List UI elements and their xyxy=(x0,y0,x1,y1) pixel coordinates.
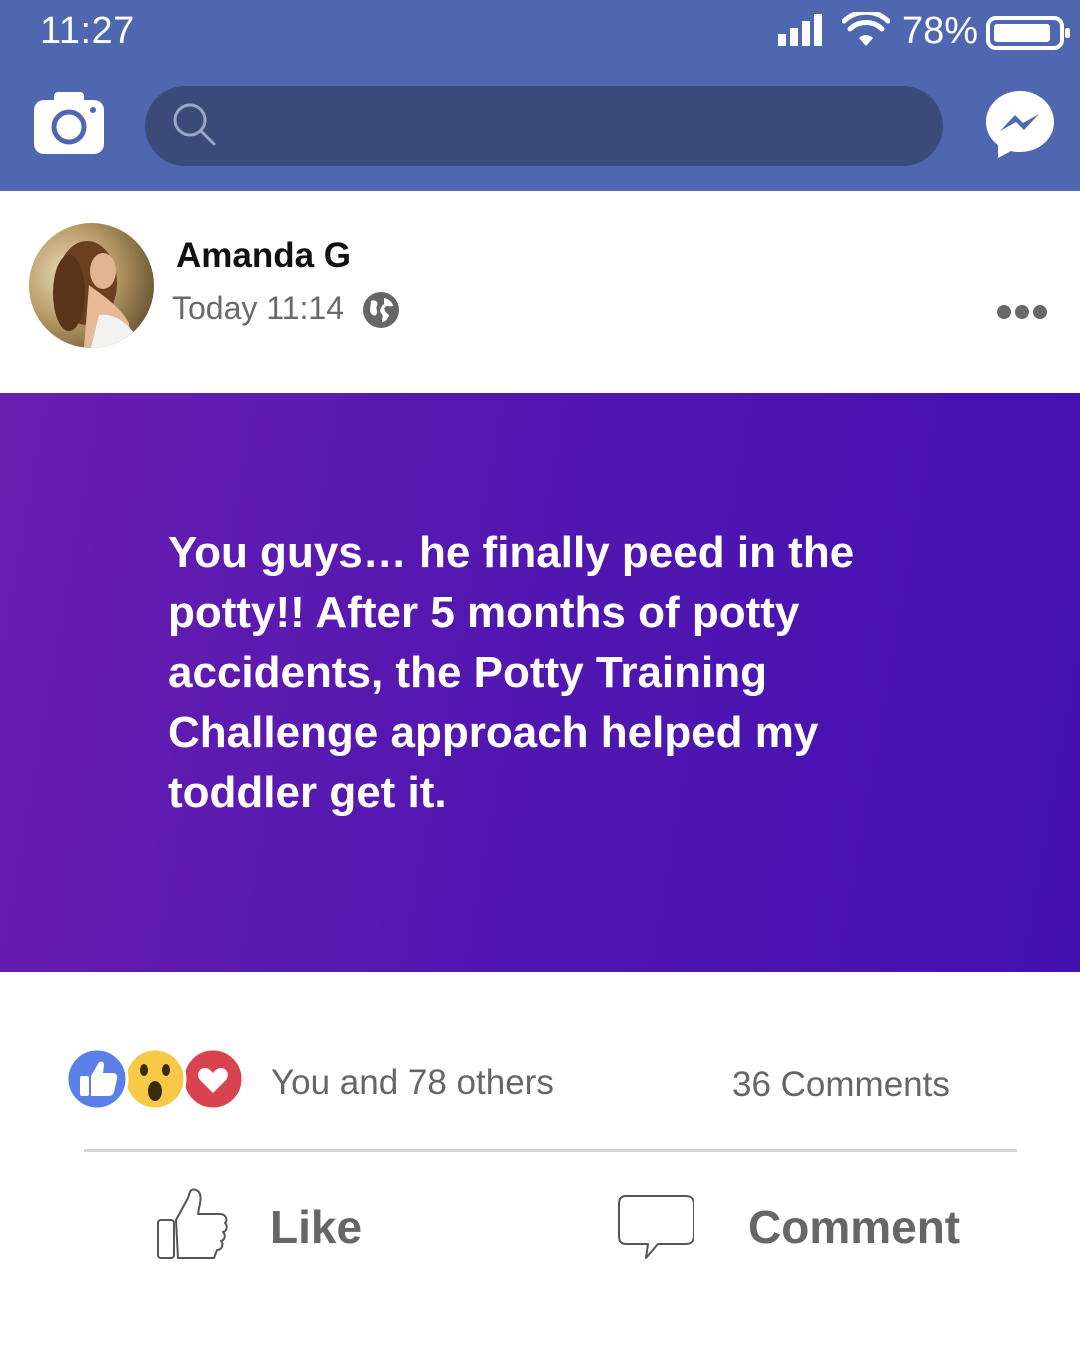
reaction-icons[interactable] xyxy=(66,1048,246,1110)
like-label: Like xyxy=(270,1201,363,1253)
reactions-summary[interactable]: You and 78 others xyxy=(271,1063,554,1103)
avatar[interactable] xyxy=(29,223,154,348)
thumbs-up-icon xyxy=(157,1188,228,1259)
globe-icon xyxy=(363,292,399,328)
like-icon xyxy=(66,1048,129,1110)
author-name[interactable]: Amanda G xyxy=(176,236,351,276)
like-button[interactable]: Like xyxy=(150,1180,390,1270)
messenger-icon[interactable] xyxy=(983,88,1057,160)
more-options-icon[interactable] xyxy=(996,300,1048,324)
comments-count[interactable]: 36 Comments xyxy=(732,1065,950,1105)
comment-label: Comment xyxy=(748,1201,961,1253)
comment-bubble-icon xyxy=(618,1195,694,1259)
divider xyxy=(84,1149,1017,1152)
battery-icon xyxy=(986,16,1070,50)
battery-percent: 78% xyxy=(902,10,979,52)
search-icon xyxy=(173,103,216,146)
signal-strength-icon xyxy=(778,14,822,46)
post-timestamp: Today 11:14 xyxy=(172,290,344,326)
search-input[interactable] xyxy=(145,86,943,166)
top-navigation-bar: 11:27 78% xyxy=(0,0,1080,191)
love-icon xyxy=(181,1048,245,1110)
camera-icon[interactable] xyxy=(32,90,106,156)
status-time: 11:27 xyxy=(40,10,135,52)
post-text: You guys… he finally peed in the potty!!… xyxy=(168,528,855,817)
comment-button[interactable]: Comment xyxy=(610,1180,990,1270)
wifi-icon xyxy=(842,12,890,46)
wow-icon xyxy=(123,1048,187,1110)
